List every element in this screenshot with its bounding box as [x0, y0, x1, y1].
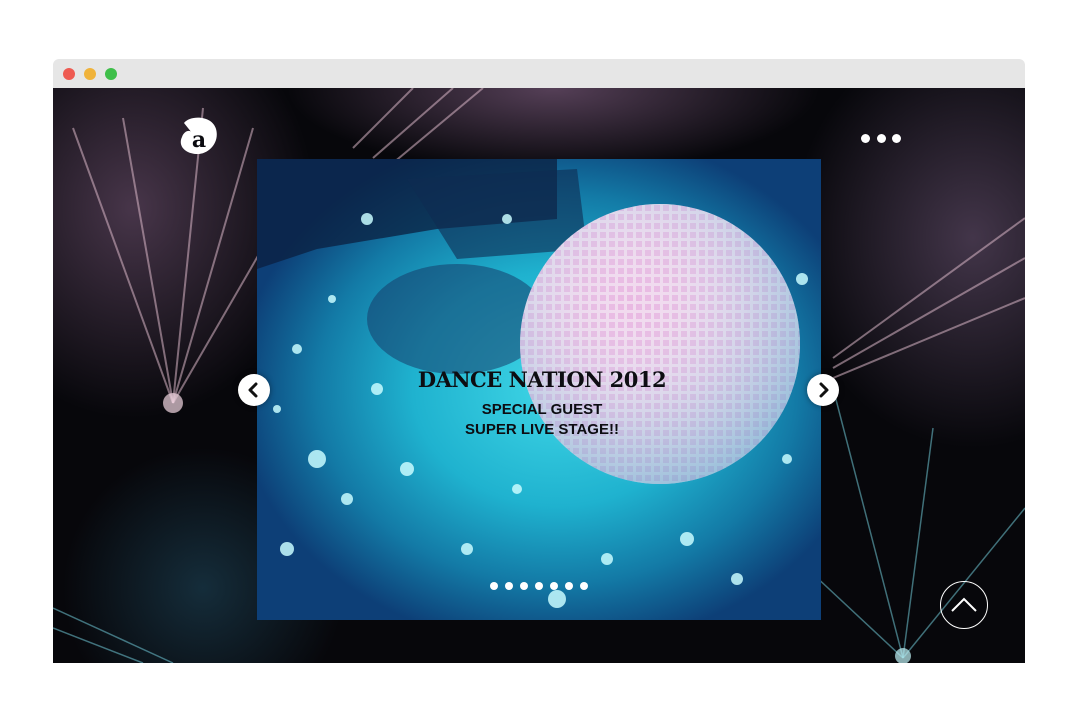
maximize-window-button[interactable] [105, 68, 117, 80]
svg-text:a: a [192, 127, 206, 153]
minimize-window-button[interactable] [84, 68, 96, 80]
page-viewport: a DANCE NATION 2012 SPECIAL GUEST SUPER … [53, 88, 1025, 663]
pagination-dot[interactable] [490, 582, 498, 590]
chevron-left-icon [248, 382, 258, 398]
pagination-dot[interactable] [580, 582, 588, 590]
pagination-dot[interactable] [565, 582, 573, 590]
chevron-right-icon [819, 382, 829, 398]
pagination-dot[interactable] [520, 582, 528, 590]
pagination-dot[interactable] [550, 582, 558, 590]
scroll-to-top-button[interactable] [940, 581, 988, 629]
close-window-button[interactable] [63, 68, 75, 80]
slide-subline-2: SUPER LIVE STAGE!! [465, 421, 619, 438]
chevron-up-icon [951, 597, 977, 612]
hero-slide: DANCE NATION 2012 SPECIAL GUEST SUPER LI… [257, 159, 821, 620]
slide-subline-1: SPECIAL GUEST [481, 401, 603, 418]
slider-next-button[interactable] [807, 374, 839, 406]
browser-window: a DANCE NATION 2012 SPECIAL GUEST SUPER … [53, 59, 1025, 663]
pagination-dot[interactable] [535, 582, 543, 590]
more-dots-icon[interactable] [859, 132, 903, 146]
window-titlebar [53, 59, 1025, 88]
slider-prev-button[interactable] [238, 374, 270, 406]
slide-headline: DANCE NATION 2012 [417, 367, 667, 392]
pagination-dot[interactable] [505, 582, 513, 590]
a-logo-icon[interactable]: a [178, 117, 220, 157]
